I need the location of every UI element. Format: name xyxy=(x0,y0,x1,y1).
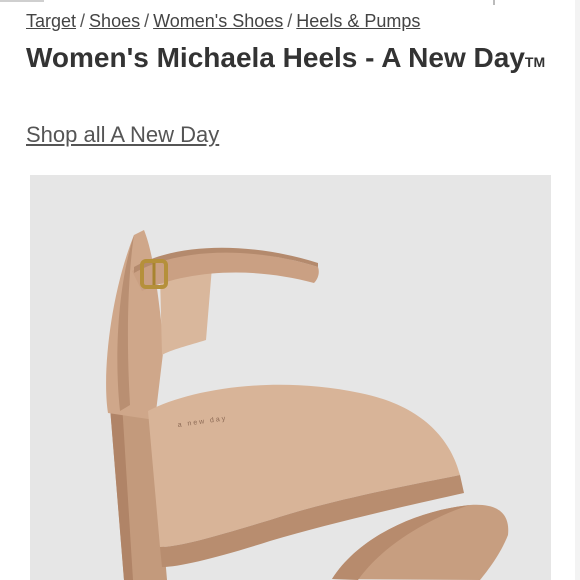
product-image[interactable]: a new day xyxy=(30,175,551,580)
breadcrumb-separator: / xyxy=(80,11,86,31)
product-title: Women's Michaela Heels - A New DayTM xyxy=(26,40,546,76)
divider xyxy=(0,0,44,2)
page-edge xyxy=(575,0,580,580)
breadcrumb-separator: / xyxy=(287,11,293,31)
product-title-text: Women's Michaela Heels - A New Day xyxy=(26,42,525,73)
breadcrumb: Target / Shoes / Women's Shoes / Heels & Pumps xyxy=(26,10,420,32)
breadcrumb-item-womens-shoes[interactable]: Women's Shoes xyxy=(153,11,283,31)
breadcrumb-item-shoes[interactable]: Shoes xyxy=(89,11,140,31)
sandal-illustration: a new day xyxy=(30,175,551,580)
browser-top-edge xyxy=(0,0,580,5)
shop-all-brand-link[interactable]: Shop all A New Day xyxy=(26,121,219,149)
breadcrumb-separator: / xyxy=(144,11,150,31)
breadcrumb-item-heels-pumps[interactable]: Heels & Pumps xyxy=(296,11,420,31)
trademark-symbol: TM xyxy=(524,54,546,70)
divider-tick xyxy=(493,0,495,5)
breadcrumb-item-target[interactable]: Target xyxy=(26,11,76,31)
